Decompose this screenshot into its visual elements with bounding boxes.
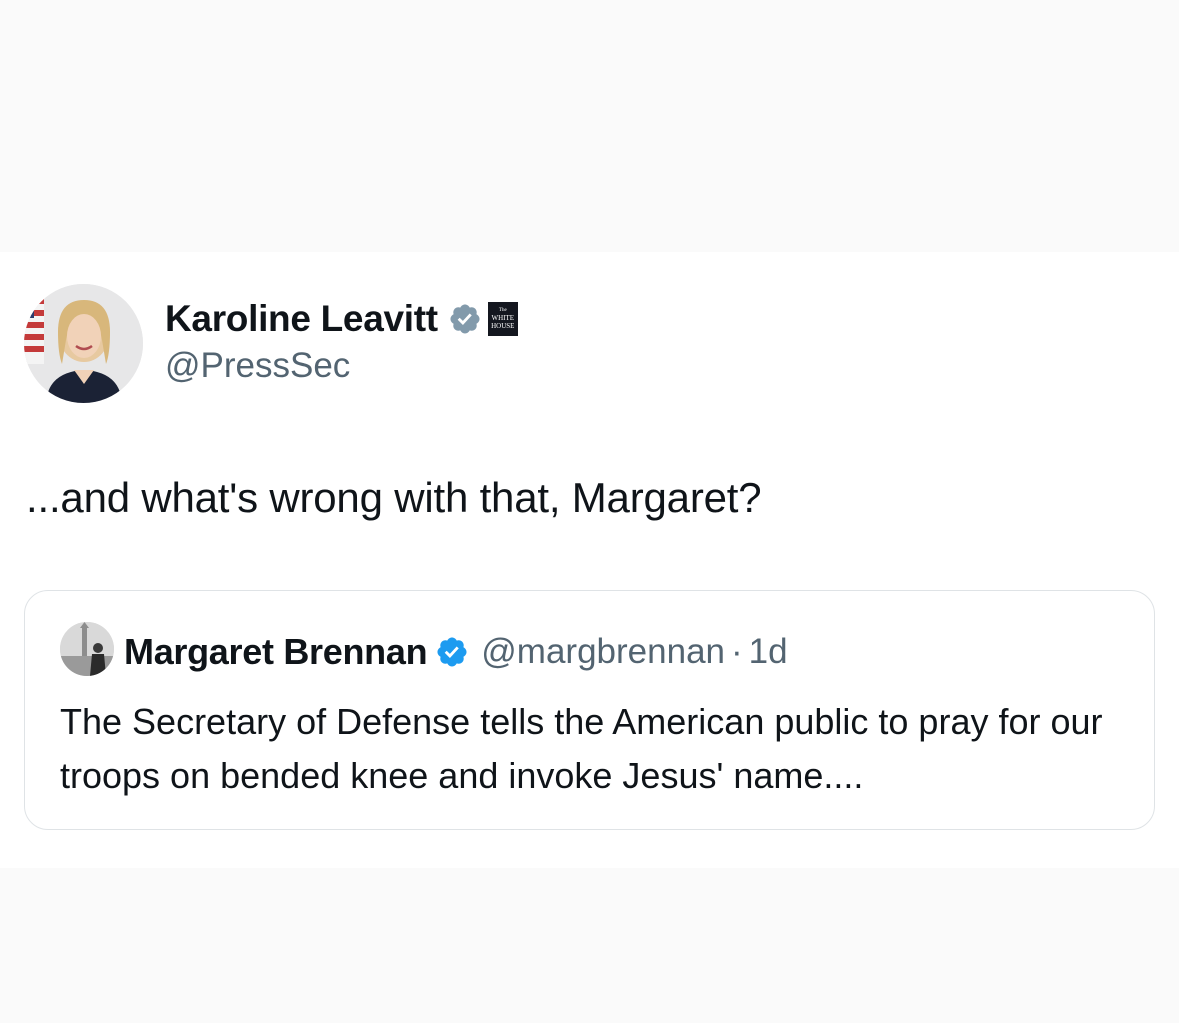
- separator-dot: ·: [731, 632, 743, 671]
- avatar-photo-icon: [24, 284, 143, 403]
- author-avatar[interactable]: [24, 284, 143, 403]
- author-info: Karoline Leavitt The WHITE HOUSE @PressS…: [165, 296, 518, 386]
- gray-verified-check-icon[interactable]: [448, 302, 482, 336]
- quoted-author-handle[interactable]: @margbrennan: [481, 632, 725, 672]
- author-handle[interactable]: @PressSec: [165, 346, 518, 386]
- top-background: [0, 0, 1179, 252]
- bottom-background: [0, 868, 1179, 1023]
- white-house-logo-icon[interactable]: The WHITE HOUSE: [487, 302, 518, 336]
- quoted-post-card[interactable]: Margaret Brennan @margbrennan · 1d The S…: [24, 590, 1155, 830]
- post-text: ...and what's wrong with that, Margaret?: [26, 474, 762, 521]
- author-display-name[interactable]: Karoline Leavitt: [165, 298, 438, 340]
- quoted-post-text: The Secretary of Defense tells the Ameri…: [60, 701, 1103, 796]
- post-card[interactable]: Karoline Leavitt The WHITE HOUSE @PressS…: [0, 252, 1179, 868]
- quoted-author-avatar[interactable]: [60, 622, 114, 676]
- quoted-post-time[interactable]: 1d: [749, 632, 788, 672]
- blue-verified-check-icon[interactable]: [435, 635, 469, 669]
- quoted-author-display-name[interactable]: Margaret Brennan: [124, 631, 428, 673]
- avatar-photo-icon: [60, 622, 114, 676]
